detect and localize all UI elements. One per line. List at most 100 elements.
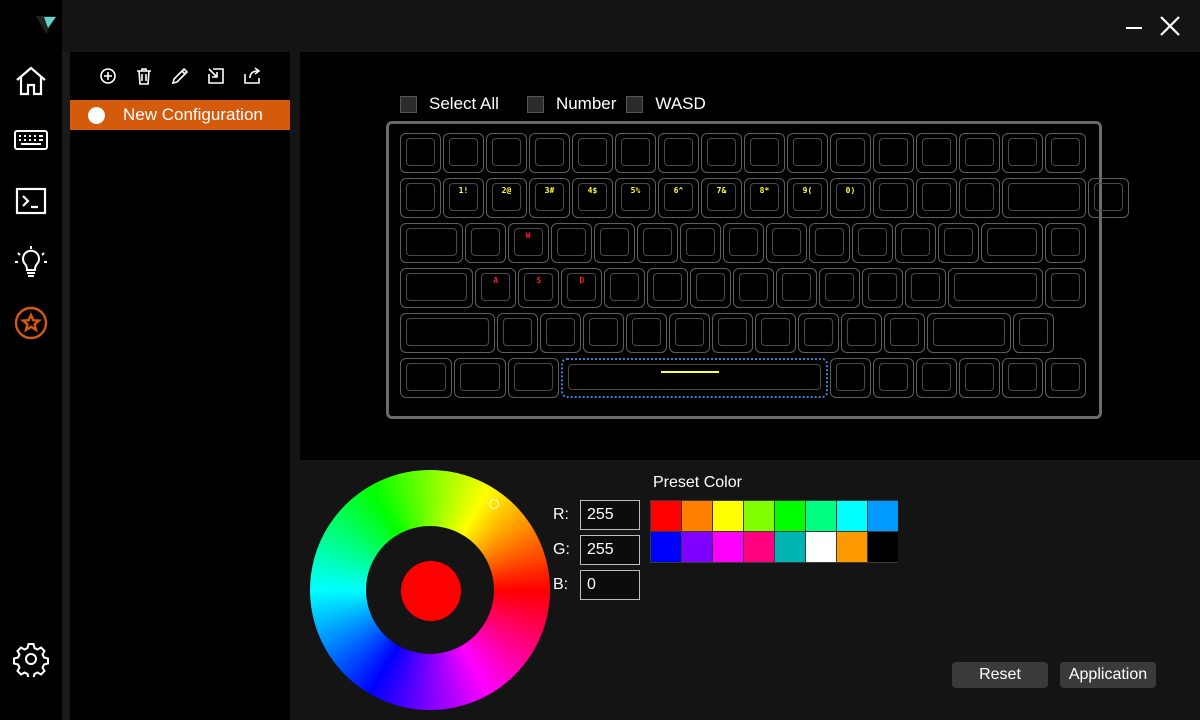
keyboard-key[interactable] — [873, 178, 914, 218]
keyboard-key[interactable] — [905, 268, 947, 308]
keyboard-key[interactable] — [840, 313, 882, 353]
preset-swatch[interactable] — [775, 532, 805, 562]
keyboard-key[interactable] — [873, 133, 914, 173]
preset-swatch[interactable] — [651, 532, 681, 562]
keyboard-key[interactable] — [916, 178, 957, 218]
keyboard-key[interactable] — [400, 268, 474, 308]
keyboard-key[interactable]: 6^ — [658, 178, 699, 218]
keyboard-key[interactable] — [625, 313, 667, 353]
keyboard-key[interactable]: 9( — [787, 178, 828, 218]
keyboard-key[interactable] — [754, 313, 796, 353]
preset-swatch[interactable] — [682, 501, 712, 531]
keyboard-key[interactable] — [959, 178, 1000, 218]
keyboard-key[interactable]: 1! — [443, 178, 484, 218]
export-config-button[interactable] — [240, 64, 264, 88]
keyboard-key[interactable] — [593, 223, 635, 263]
keyboard-key[interactable] — [819, 268, 861, 308]
keyboard-key[interactable] — [1045, 268, 1086, 308]
keyboard-key[interactable] — [582, 313, 624, 353]
keyboard-key[interactable] — [529, 133, 570, 173]
keyboard-key[interactable] — [776, 268, 818, 308]
keyboard-key[interactable] — [722, 223, 764, 263]
rail-item-macro[interactable] — [12, 182, 50, 220]
preset-swatch[interactable] — [744, 501, 774, 531]
minimize-button[interactable] — [1120, 12, 1148, 40]
keyboard-key[interactable] — [830, 133, 871, 173]
keyboard-key[interactable] — [496, 313, 538, 353]
rail-item-lighting[interactable] — [12, 243, 50, 281]
g-input[interactable] — [580, 535, 640, 565]
keyboard-key[interactable] — [830, 358, 871, 398]
keyboard-key[interactable] — [851, 223, 893, 263]
preset-swatch[interactable] — [682, 532, 712, 562]
keyboard-key[interactable] — [572, 133, 613, 173]
keyboard-key[interactable] — [539, 313, 581, 353]
keyboard-key[interactable] — [916, 133, 957, 173]
keyboard-key[interactable]: A — [475, 268, 517, 308]
keyboard-key[interactable] — [883, 313, 925, 353]
keyboard-key[interactable]: W — [507, 223, 549, 263]
preset-swatch[interactable] — [651, 501, 681, 531]
keyboard-key[interactable] — [690, 268, 732, 308]
keyboard-key[interactable] — [1045, 133, 1086, 173]
keyboard-key[interactable] — [937, 223, 979, 263]
key-space[interactable] — [561, 358, 828, 398]
keyboard-key[interactable] — [894, 223, 936, 263]
keyboard-key[interactable] — [1045, 358, 1086, 398]
keyboard-key[interactable] — [658, 133, 699, 173]
keyboard-key[interactable] — [959, 133, 1000, 173]
keyboard-key[interactable] — [797, 313, 839, 353]
preset-swatch[interactable] — [837, 532, 867, 562]
keyboard-key[interactable] — [1002, 358, 1043, 398]
keyboard-key[interactable]: 7& — [701, 178, 742, 218]
rail-item-profile[interactable] — [12, 304, 50, 342]
keyboard-key[interactable] — [744, 133, 785, 173]
keyboard-key[interactable] — [873, 358, 914, 398]
add-config-button[interactable] — [96, 64, 120, 88]
keyboard-key[interactable] — [400, 178, 441, 218]
keyboard-key[interactable] — [916, 358, 957, 398]
keyboard-key[interactable]: 3# — [529, 178, 570, 218]
keyboard-key[interactable] — [959, 358, 1000, 398]
keyboard-key[interactable] — [926, 313, 1011, 353]
number-checkbox[interactable]: Number — [526, 94, 616, 114]
color-wheel-handle[interactable] — [489, 499, 499, 509]
keyboard-key[interactable]: 2@ — [486, 178, 527, 218]
checkbox-box[interactable] — [400, 95, 417, 113]
preset-swatch[interactable] — [744, 532, 774, 562]
r-input[interactable] — [580, 500, 640, 530]
keyboard-key[interactable]: 8* — [744, 178, 785, 218]
keyboard-key[interactable] — [733, 268, 775, 308]
keyboard-key[interactable] — [765, 223, 807, 263]
keyboard-key[interactable] — [400, 133, 441, 173]
keyboard-key[interactable] — [679, 223, 721, 263]
keyboard-key[interactable] — [1012, 313, 1054, 353]
keyboard-key[interactable] — [1002, 178, 1086, 218]
preset-swatch[interactable] — [806, 532, 836, 562]
keyboard-key[interactable] — [453, 358, 506, 398]
delete-config-button[interactable] — [132, 64, 156, 88]
keyboard-key[interactable] — [1045, 223, 1086, 263]
keyboard-key[interactable]: 0) — [830, 178, 871, 218]
close-button[interactable] — [1156, 12, 1184, 40]
keyboard-key[interactable] — [636, 223, 678, 263]
keyboard-key[interactable] — [711, 313, 753, 353]
keyboard-key[interactable] — [948, 268, 1043, 308]
keyboard-key[interactable]: 5% — [615, 178, 656, 218]
keyboard-key[interactable] — [486, 133, 527, 173]
keyboard-key[interactable] — [507, 358, 560, 398]
keyboard-key[interactable] — [980, 223, 1043, 263]
preset-swatch[interactable] — [713, 532, 743, 562]
keyboard-key[interactable] — [787, 133, 828, 173]
keyboard-key[interactable] — [615, 133, 656, 173]
keyboard-key[interactable] — [701, 133, 742, 173]
config-item-selected[interactable]: New Configuration — [70, 100, 290, 130]
settings-button[interactable] — [12, 640, 50, 678]
keyboard-key[interactable] — [604, 268, 646, 308]
keyboard-key[interactable] — [862, 268, 904, 308]
preset-swatch[interactable] — [713, 501, 743, 531]
edit-config-button[interactable] — [168, 64, 192, 88]
keyboard-key[interactable] — [647, 268, 689, 308]
preset-swatch[interactable] — [837, 501, 867, 531]
checkbox-box[interactable] — [526, 95, 544, 113]
